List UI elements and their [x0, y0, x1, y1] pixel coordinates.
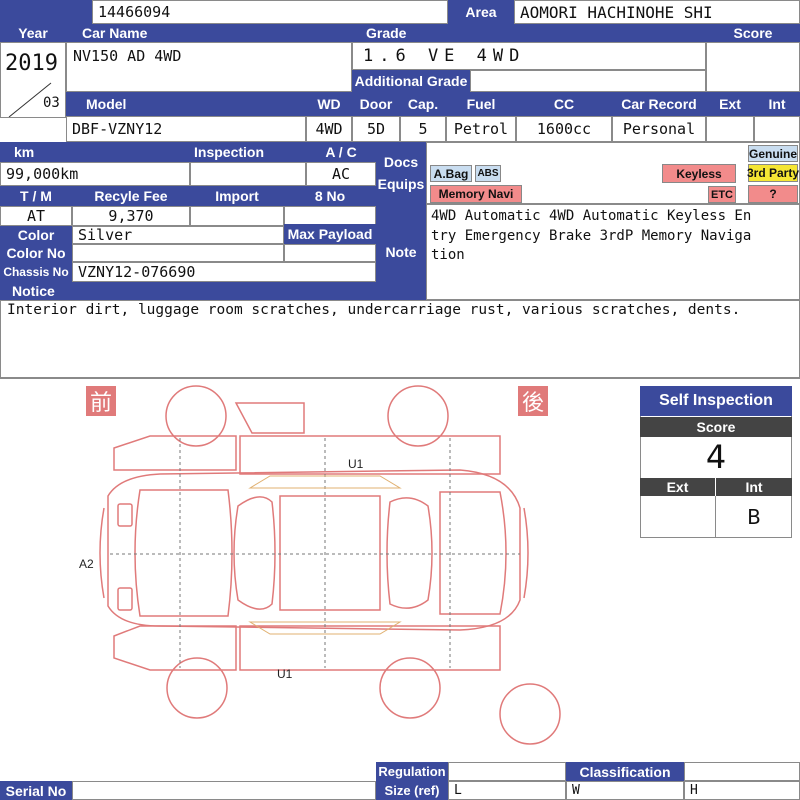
max-payload-label: Max Payload — [284, 224, 376, 244]
inquiry-no-value: 14466094 — [92, 0, 448, 24]
fuel-value: Petrol — [446, 116, 516, 142]
tm-value: AT — [0, 206, 72, 226]
third-party-badge: 3rd Party — [746, 164, 800, 182]
etc-badge: ETC — [708, 186, 736, 203]
cap-label: Cap. — [400, 92, 446, 116]
tm-label: T / M — [0, 186, 72, 206]
car-record-value: Personal — [612, 116, 706, 142]
note-line-3: tion — [431, 247, 465, 263]
grade-value: 1.6 VE 4WD — [352, 42, 706, 70]
additional-grade-value — [470, 70, 706, 92]
damage-mark-bottom: U1 — [277, 667, 293, 681]
area-label: Area — [448, 0, 514, 24]
abs-badge: ABS — [475, 165, 501, 182]
note-value: 4WD Automatic 4WD Automatic Keyless En t… — [426, 204, 800, 300]
int-label: Int — [754, 92, 800, 116]
ext-label: Ext — [706, 92, 754, 116]
wd-value: 4WD — [306, 116, 352, 142]
notice-label: Notice — [0, 282, 376, 300]
import-value — [190, 206, 284, 226]
size-w-label: W — [566, 781, 684, 800]
door-label: Door — [352, 92, 400, 116]
equips-label: Equips — [377, 176, 425, 192]
classification-value — [684, 762, 800, 781]
chassis-no-value: VZNY12-076690 — [72, 262, 376, 282]
self-inspection-score-label: Score — [640, 417, 792, 437]
eight-no-value — [284, 206, 376, 226]
year-box: 2019 03 — [0, 42, 66, 118]
score-value — [706, 42, 800, 92]
color-value: Silver — [72, 226, 284, 244]
car-name-value: NV150 AD 4WD — [66, 42, 352, 92]
import-label: Import — [190, 186, 284, 206]
km-label: km — [0, 142, 190, 162]
recycle-fee-label: Recyle Fee — [72, 186, 190, 206]
genuine-badge: Genuine — [748, 145, 798, 162]
damage-mark-top: U1 — [348, 457, 364, 471]
classification-label: Classification — [566, 762, 684, 781]
size-h-label: H — [684, 781, 800, 800]
month-value: 03 — [43, 95, 60, 111]
model-label: Model — [66, 92, 306, 116]
score-label: Score — [706, 24, 800, 42]
cap-value: 5 — [400, 116, 446, 142]
wd-label: WD — [306, 92, 352, 116]
damage-mark-left: A2 — [79, 557, 94, 571]
memory-navi-badge: Memory Navi — [430, 185, 522, 203]
area-value: AOMORI HACHINOHE SHI — [514, 0, 800, 24]
note-label: Note — [376, 204, 426, 300]
car-record-label: Car Record — [612, 92, 706, 116]
door-value: 5D — [352, 116, 400, 142]
fuel-label: Fuel — [446, 92, 516, 116]
regulation-value — [448, 762, 566, 781]
color-label: Color — [0, 226, 72, 244]
serial-no-value — [72, 781, 376, 800]
color-no-value — [72, 244, 284, 262]
self-inspection-title: Self Inspection — [640, 386, 792, 416]
inspection-value — [190, 162, 306, 186]
cc-label: CC — [516, 92, 612, 116]
max-payload-value — [284, 244, 376, 262]
docs-equips-label: Docs Equips — [376, 142, 426, 204]
regulation-label: Regulation — [376, 762, 448, 781]
size-l-label: L — [448, 781, 566, 800]
int-value — [754, 116, 800, 142]
chassis-no-label: Chassis No — [0, 262, 72, 282]
car-outline — [99, 385, 561, 745]
year-label: Year — [0, 24, 66, 42]
year-value: 2019 — [5, 51, 58, 76]
additional-grade-label: Additional Grade — [352, 70, 470, 92]
self-inspection-ext-label: Ext — [640, 478, 715, 496]
note-line-2: try Emergency Brake 3rdP Memory Naviga — [431, 227, 752, 244]
size-ref-label: Size (ref) — [376, 781, 448, 800]
car-damage-diagram: U1 A2 U1 — [79, 385, 561, 745]
km-value: 99,000km — [0, 162, 190, 186]
self-inspection-score: 4 — [705, 438, 727, 476]
note-line-1: 4WD Automatic 4WD Automatic Keyless En — [431, 208, 752, 224]
model-value: DBF-VZNY12 — [66, 116, 306, 142]
recycle-fee-value: 9,370 — [72, 206, 190, 226]
ext-value — [706, 116, 754, 142]
grade-label: Grade — [352, 24, 706, 42]
eight-no-label: 8 No — [284, 186, 376, 206]
docs-label: Docs — [383, 154, 419, 170]
car-name-label: Car Name — [66, 24, 352, 42]
ac-value: AC — [306, 162, 376, 186]
self-inspection-int-label: Int — [716, 478, 792, 496]
question-badge: ? — [748, 185, 798, 203]
color-no-label: Color No — [0, 244, 72, 262]
inspection-label: Inspection — [190, 142, 306, 162]
notice-value: Interior dirt, luggage room scratches, u… — [0, 300, 800, 378]
cc-value: 1600cc — [516, 116, 612, 142]
serial-no-label: Serial No — [0, 781, 72, 800]
inquiry-no-label — [0, 0, 92, 24]
ac-label: A / C — [306, 142, 376, 162]
keyless-badge: Keyless — [662, 164, 736, 183]
abag-badge: A.Bag — [430, 165, 472, 182]
self-inspection-ext-value — [640, 496, 716, 538]
self-inspection-int-value: B — [747, 505, 761, 529]
